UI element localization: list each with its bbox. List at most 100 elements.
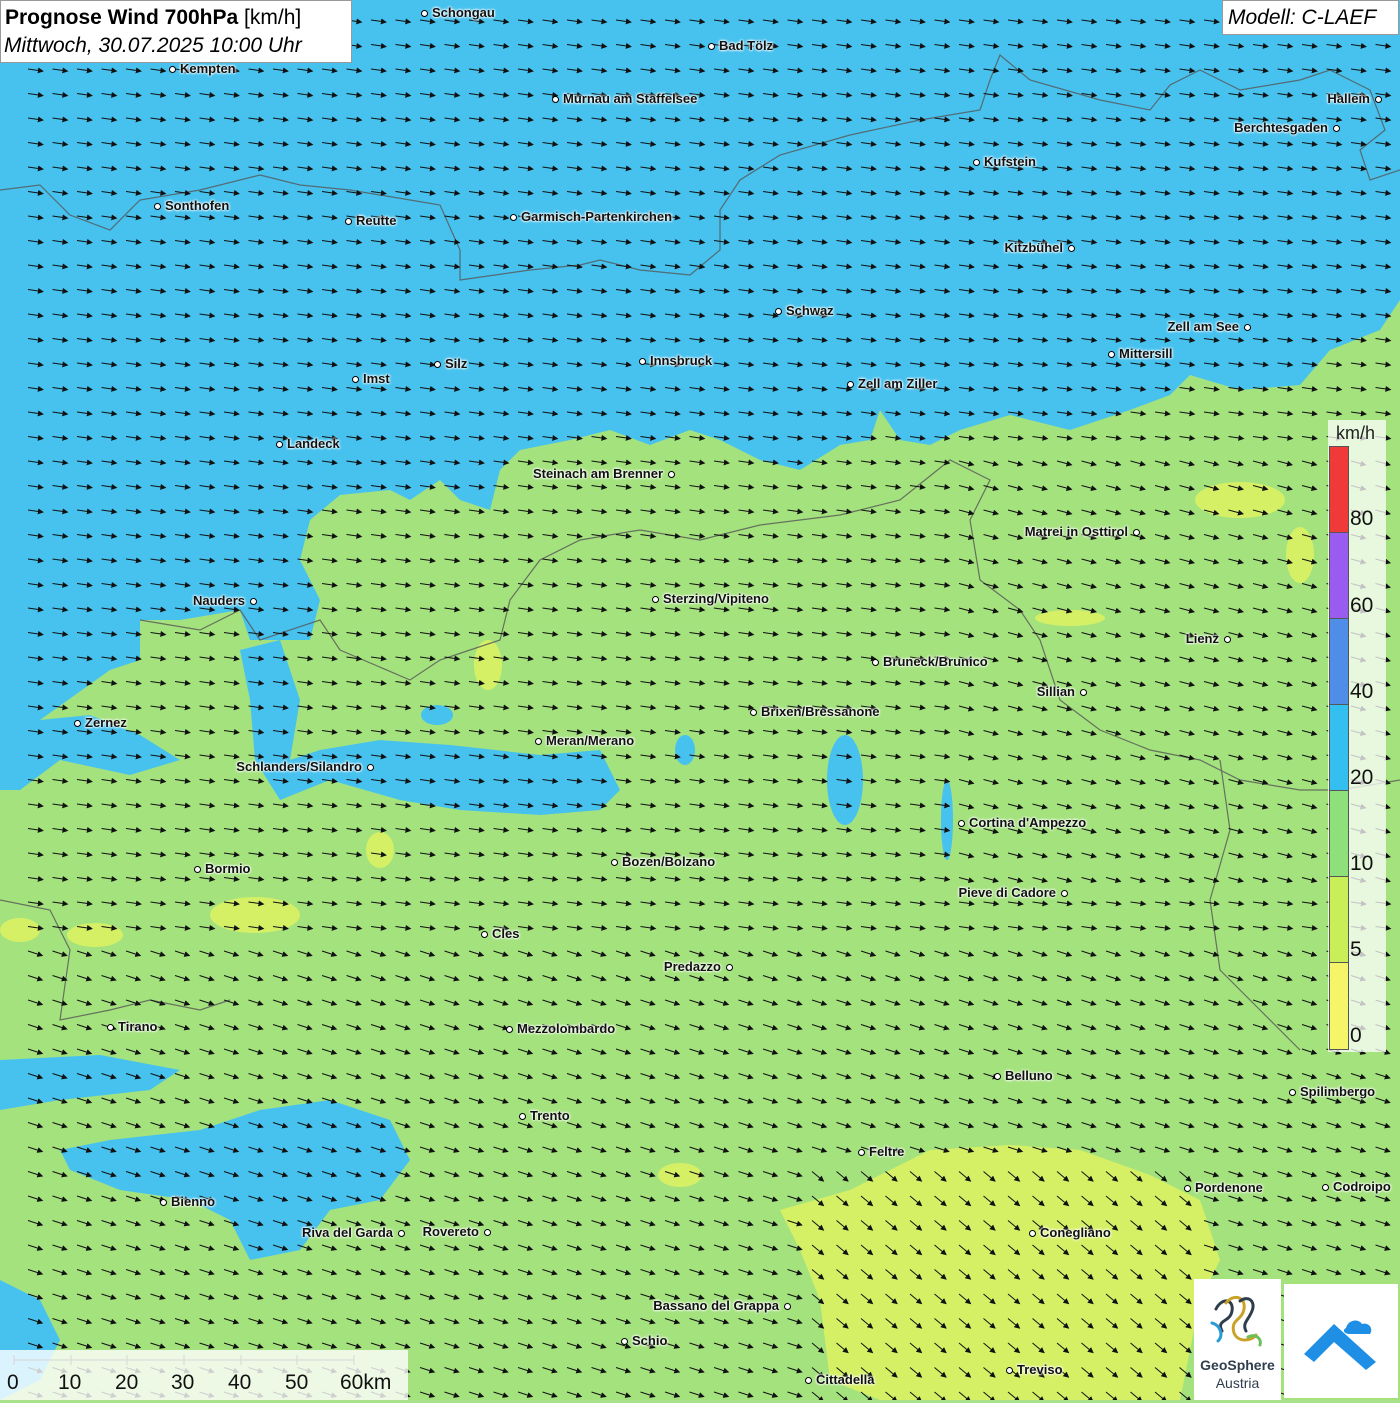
model-label: Modell: C-LAEF (1228, 6, 1377, 29)
city-label: Silz (445, 356, 468, 371)
strong-wind-spot-2 (941, 780, 953, 860)
city-label: Zernez (85, 715, 127, 730)
legend-bar-60-80 (1329, 532, 1349, 619)
city-label: Kitzbühel (1004, 240, 1064, 255)
city-marker (749, 708, 757, 716)
legend-bar-40-60 (1329, 618, 1349, 705)
city-label: Schlanders/Silandro (236, 759, 362, 774)
scale-label-20: 20 (115, 1371, 139, 1394)
forecast-date: Mittwoch, 30.07.2025 10:00 Uhr (4, 34, 302, 57)
city-marker (518, 1112, 526, 1120)
city-marker (483, 1228, 491, 1236)
city-marker (420, 9, 428, 17)
title-box: Prognose Wind 700hPa [km/h] Mittwoch, 30… (0, 0, 352, 63)
legend-tick-60: 60 (1350, 594, 1374, 617)
city-marker (366, 763, 374, 771)
scale-label-30: 30 (171, 1371, 195, 1394)
logo-text-geosphere: GeoSphere (1200, 1357, 1275, 1373)
city-label: Nauders (192, 593, 245, 608)
weak-wind-spot-2 (67, 923, 123, 947)
legend-bar-5-10 (1329, 876, 1349, 963)
city-label: Reutte (356, 213, 397, 228)
city-marker (774, 307, 782, 315)
weak-wind-spot-4 (658, 1163, 702, 1187)
geosphere-logo: GeoSphere Austria (1194, 1279, 1281, 1400)
scale-label-60km: 60km (340, 1371, 392, 1394)
city-marker (846, 380, 854, 388)
geosphere-emblem-icon (1210, 1295, 1262, 1347)
city-label: Sterzing/Vipiteno (663, 591, 769, 606)
scale-label-40: 40 (228, 1371, 252, 1394)
city-label: Conegliano (1040, 1225, 1111, 1240)
city-label: Mezzolombardo (517, 1021, 616, 1036)
legend-tick-10: 10 (1350, 852, 1374, 875)
city-marker (1028, 1229, 1036, 1237)
city-marker (1321, 1183, 1329, 1191)
city-marker (638, 357, 646, 365)
city-marker (73, 719, 81, 727)
city-marker (1067, 244, 1075, 252)
legend-unit: km/h (1336, 423, 1376, 443)
city-label: Hallein (1327, 91, 1370, 106)
city-marker (725, 963, 733, 971)
city-marker (667, 470, 675, 478)
city-marker (159, 1198, 167, 1206)
city-label: Cortina d'Ampezzo (969, 815, 1087, 830)
legend-tick-20: 20 (1350, 766, 1374, 789)
city-label: Berchtesgaden (1234, 120, 1328, 135)
city-label: Zell am Ziller (858, 376, 938, 391)
logo-text-austria: Austria (1215, 1375, 1260, 1391)
strong-wind-spot-1 (827, 735, 863, 825)
city-marker (344, 217, 352, 225)
city-label: Mittersill (1119, 346, 1173, 361)
app-logo (1284, 1284, 1398, 1398)
city-label: Bad Tölz (719, 38, 774, 53)
city-label: Rovereto (422, 1224, 479, 1239)
color-legend: km/h 80 60 40 20 10 5 0 (1328, 420, 1386, 1052)
city-label: Codroipo (1333, 1179, 1391, 1194)
city-label: Landeck (287, 436, 340, 451)
city-marker (551, 95, 559, 103)
city-marker (1060, 889, 1068, 897)
city-marker (707, 42, 715, 50)
city-marker (397, 1229, 405, 1237)
strong-wind-spot-3 (675, 735, 695, 765)
city-marker (433, 360, 441, 368)
city-label: Spilimbergo (1300, 1084, 1376, 1099)
city-label: Trento (530, 1108, 570, 1123)
strong-wind-spot-4 (421, 705, 453, 725)
weak-wind-spot-9 (366, 832, 394, 868)
city-label: Sonthofen (165, 198, 230, 213)
city-marker (1079, 688, 1087, 696)
legend-bar-20-40 (1329, 704, 1349, 791)
city-label: Bormio (205, 861, 251, 876)
city-marker (1223, 635, 1231, 643)
city-marker (351, 375, 359, 383)
title-main: Prognose Wind 700hPa (5, 6, 239, 29)
weak-wind-spot-7 (1035, 610, 1105, 626)
city-label: Imst (363, 371, 390, 386)
city-marker (249, 597, 257, 605)
legend-tick-0: 0 (1350, 1024, 1362, 1047)
title-unit: [km/h] (244, 6, 302, 29)
city-label: Sillian (1036, 684, 1075, 699)
city-label: Matrei in Osttirol (1024, 524, 1128, 539)
city-label: Kufstein (984, 154, 1036, 169)
city-marker (651, 595, 659, 603)
city-marker (275, 440, 283, 448)
city-label: Meran/Merano (546, 733, 635, 748)
city-marker (193, 865, 201, 873)
city-label: Lienz (1185, 631, 1219, 646)
city-label: Innsbruck (650, 353, 713, 368)
city-marker (871, 658, 879, 666)
city-label: Pordenone (1195, 1180, 1263, 1195)
city-marker (957, 819, 965, 827)
legend-bar-10-20 (1329, 790, 1349, 877)
city-marker (972, 158, 980, 166)
city-marker (1332, 124, 1340, 132)
city-label: Cittadella (816, 1372, 875, 1387)
city-marker (534, 737, 542, 745)
weak-wind-spot-3 (0, 918, 40, 942)
city-label: Schio (632, 1333, 668, 1348)
city-marker (857, 1148, 865, 1156)
